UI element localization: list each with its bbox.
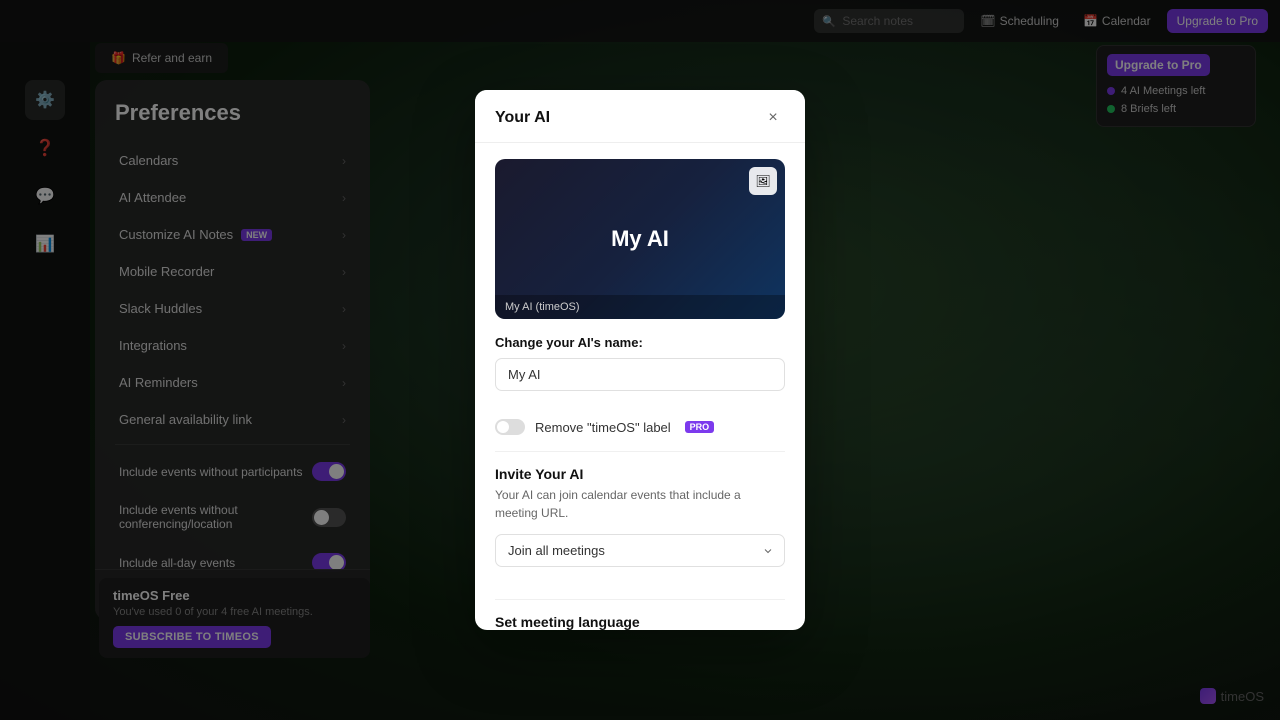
ai-name-input[interactable] — [495, 358, 785, 391]
edit-image-icon: 🖼 — [755, 174, 770, 188]
pro-badge: PRO — [685, 421, 715, 433]
ai-card-display-name: My AI — [611, 226, 669, 252]
modal-title: Your AI — [495, 109, 550, 127]
modal-close-button[interactable]: × — [761, 106, 785, 130]
language-section: Set meeting language Choose a preferred … — [495, 614, 785, 630]
ai-card: My AI My AI (timeOS) 🖼 — [495, 159, 785, 319]
invite-dropdown[interactable]: Join all meetings Join selected meetings… — [495, 534, 785, 567]
remove-label-text: Remove "timeOS" label — [535, 420, 671, 435]
modal-overlay: Your AI × My AI My AI (timeOS) 🖼 Change … — [0, 0, 1280, 720]
invite-title: Invite Your AI — [495, 466, 785, 482]
modal-divider-2 — [495, 599, 785, 600]
ai-name-section: Change your AI's name: — [495, 335, 785, 403]
ai-card-footer: My AI (timeOS) — [495, 295, 785, 319]
remove-label-row: Remove "timeOS" label PRO — [495, 419, 785, 435]
your-ai-modal: Your AI × My AI My AI (timeOS) 🖼 Change … — [475, 90, 805, 630]
remove-label-toggle[interactable] — [495, 419, 525, 435]
ai-name-label: Change your AI's name: — [495, 335, 785, 350]
language-title: Set meeting language — [495, 614, 785, 630]
modal-divider-1 — [495, 451, 785, 452]
ai-card-edit-button[interactable]: 🖼 — [749, 167, 777, 195]
modal-body: My AI My AI (timeOS) 🖼 Change your AI's … — [475, 143, 805, 630]
invite-section: Invite Your AI Your AI can join calendar… — [495, 466, 785, 583]
modal-header: Your AI × — [475, 90, 805, 143]
invite-desc: Your AI can join calendar events that in… — [495, 486, 785, 522]
